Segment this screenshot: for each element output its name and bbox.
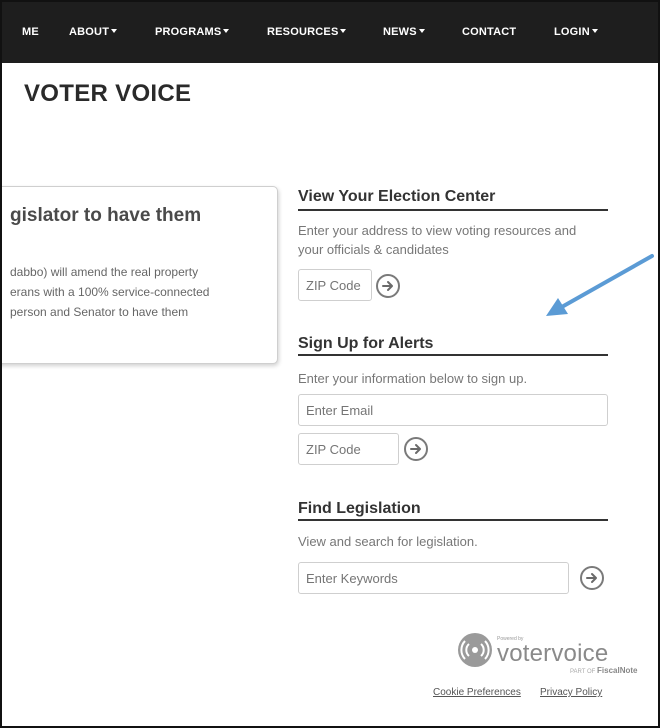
nav-item-about[interactable]: ABOUT	[69, 26, 118, 38]
keywords-input[interactable]	[298, 562, 569, 594]
alerts-zip-input[interactable]	[298, 433, 399, 465]
card-heading: gislator to have them	[10, 205, 202, 226]
top-navigation-bar: ME ABOUT PROGRAMS RESOURCES NEWS CONTACT…	[2, 2, 658, 63]
nav-item-home[interactable]: ME	[22, 26, 39, 38]
card-body-line: erans with a 100% service-connected	[10, 285, 210, 299]
annotation-arrow-icon	[546, 254, 654, 316]
alerts-submit-button[interactable]	[404, 437, 428, 461]
card-body: dabbo) will amend the real property eran…	[10, 262, 280, 322]
arrow-right-icon	[410, 444, 421, 454]
page-frame: ME ABOUT PROGRAMS RESOURCES NEWS CONTACT…	[0, 0, 660, 728]
nav-item-news[interactable]: NEWS	[383, 26, 425, 38]
legislation-alert-card: gislator to have them dabbo) will amend …	[2, 186, 280, 364]
caret-down-icon	[111, 29, 118, 33]
section-divider	[298, 519, 608, 521]
election-zip-input[interactable]	[298, 269, 372, 301]
votervoice-wordmark: votervoice	[497, 640, 609, 667]
election-submit-button[interactable]	[376, 274, 400, 298]
nav-item-resources[interactable]: RESOURCES	[267, 26, 347, 38]
card-body-line: person and Senator to have them	[10, 305, 189, 319]
arrow-right-icon	[382, 281, 393, 291]
page-title: VOTER VOICE	[24, 80, 192, 107]
election-center-heading: View Your Election Center	[298, 188, 496, 205]
caret-down-icon	[340, 29, 347, 33]
legislation-submit-button[interactable]	[580, 566, 604, 590]
caret-down-icon	[223, 29, 230, 33]
section-divider	[298, 354, 608, 356]
arrow-right-icon	[586, 573, 597, 583]
alerts-description: Enter your information below to sign up.	[298, 371, 528, 386]
section-divider	[298, 209, 608, 211]
legislation-heading: Find Legislation	[298, 500, 421, 517]
card-body-line: dabbo) will amend the real property	[10, 265, 199, 279]
nav-item-programs[interactable]: PROGRAMS	[155, 26, 230, 38]
privacy-policy-link[interactable]: Privacy Policy	[540, 687, 602, 698]
alerts-heading: Sign Up for Alerts	[298, 335, 434, 352]
nav-item-login[interactable]: LOGIN	[554, 26, 598, 38]
election-center-description: Enter your address to view voting resour…	[298, 223, 577, 257]
cookie-preferences-link[interactable]: Cookie Preferences	[433, 687, 521, 698]
legislation-description: View and search for legislation.	[298, 534, 478, 549]
part-of-label: PART OF FiscalNote	[570, 666, 638, 675]
caret-down-icon	[418, 29, 425, 33]
email-input[interactable]	[298, 394, 608, 426]
votervoice-logo-icon	[458, 633, 492, 667]
nav-item-contact[interactable]: CONTACT	[462, 26, 516, 38]
caret-down-icon	[591, 29, 598, 33]
